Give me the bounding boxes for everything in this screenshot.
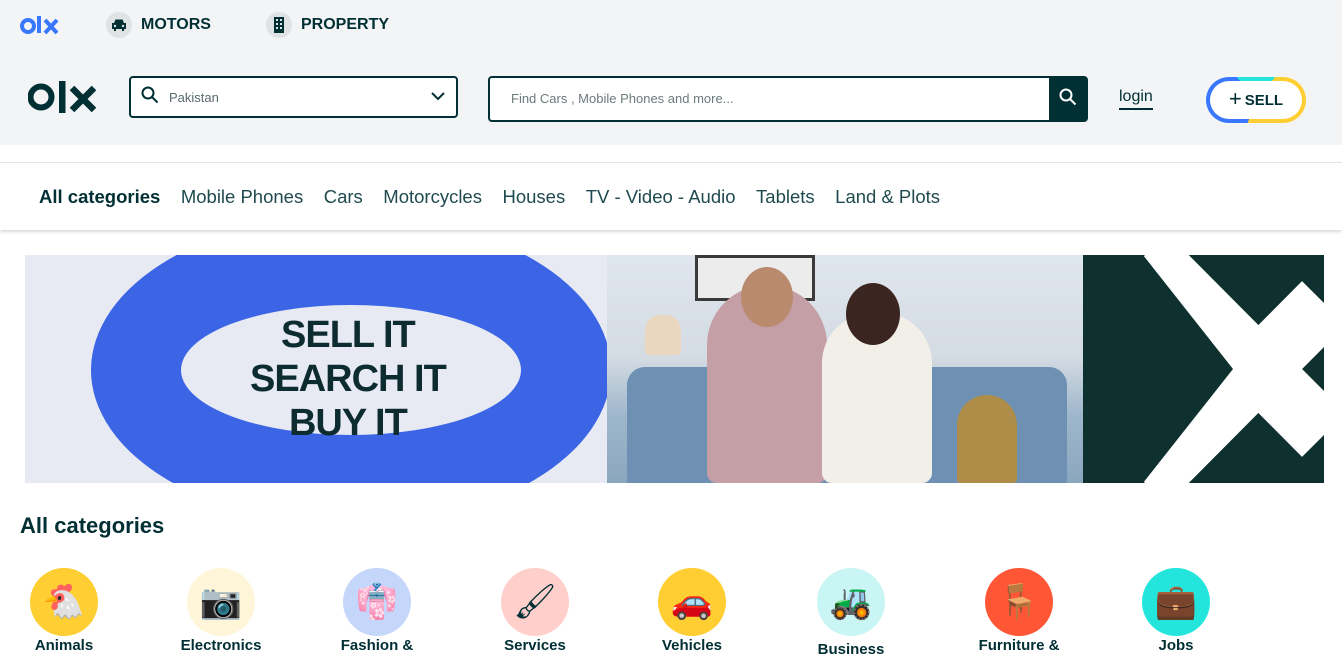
olx-x-mark [1083, 255, 1324, 483]
camera-icon: 📷 [187, 568, 255, 636]
category-label: Vehicles [661, 637, 723, 654]
banner-line: BUY IT [288, 402, 408, 444]
category-link-motorcycles[interactable]: Motorcycles [383, 186, 482, 208]
search-button[interactable] [1049, 78, 1086, 120]
banner-line: SEARCH IT [250, 358, 447, 400]
sell-button-inner: + SELL [1210, 81, 1302, 119]
category-label: Animals [34, 637, 94, 654]
category-item-business[interactable]: 🚜 Business [776, 568, 926, 658]
category-item-vehicles[interactable]: 🚗 Vehicles [617, 568, 767, 654]
briefcase-icon: 💼 [1142, 568, 1210, 636]
search-icon [141, 86, 159, 109]
search-icon [1059, 88, 1077, 111]
dress-icon: 👘 [343, 568, 411, 636]
banner-slogan: SELL IT SEARCH IT BUY IT [250, 313, 447, 445]
car-icon [106, 12, 132, 38]
chair-icon: 🪑 [985, 568, 1053, 636]
category-label: Services [504, 637, 566, 654]
property-link[interactable]: PROPERTY [266, 12, 389, 38]
category-bar: All categories Mobile Phones Cars Motorc… [0, 162, 1342, 230]
site-header: MOTORS PROPERTY Pakistan Find Cars , Mob… [0, 0, 1342, 145]
chicken-icon: 🐔 [30, 568, 98, 636]
category-link-tv-video-audio[interactable]: TV - Video - Audio [586, 186, 736, 208]
category-label: Furniture & [978, 637, 1060, 654]
promo-banner[interactable]: SELL IT SEARCH IT BUY IT [25, 255, 1324, 483]
category-item-electronics[interactable]: 📷 Electronics [146, 568, 296, 654]
category-label: Business [817, 641, 885, 658]
category-label: Fashion & [340, 637, 414, 654]
location-selector[interactable]: Pakistan [129, 76, 458, 118]
motors-link[interactable]: MOTORS [106, 12, 211, 38]
category-item-animals[interactable]: 🐔 Animals [0, 568, 139, 654]
category-link-tablets[interactable]: Tablets [756, 186, 815, 208]
olx-logo[interactable] [27, 79, 98, 120]
statue [957, 395, 1017, 483]
category-list: All categories Mobile Phones Cars Motorc… [39, 186, 961, 208]
location-value: Pakistan [169, 89, 219, 105]
paint-roller-icon: 🖌 [501, 568, 569, 636]
banner-line: SELL IT [281, 314, 416, 356]
banner-text-panel: SELL IT SEARCH IT BUY IT [25, 255, 607, 483]
tractor-icon: 🚜 [817, 568, 885, 636]
person-man [707, 267, 827, 483]
login-link[interactable]: login [1119, 88, 1153, 110]
plus-icon: + [1228, 85, 1242, 111]
category-link-land-plots[interactable]: Land & Plots [835, 186, 940, 208]
category-item-furniture[interactable]: 🪑 Furniture & [944, 568, 1094, 654]
category-item-services[interactable]: 🖌 Services [460, 568, 610, 654]
category-link-houses[interactable]: Houses [502, 186, 565, 208]
search-input[interactable]: Find Cars , Mobile Phones and more... [490, 78, 1049, 120]
top-nav: MOTORS PROPERTY [0, 0, 1342, 50]
category-label: Jobs [1158, 637, 1194, 654]
banner-photo [607, 255, 1083, 483]
category-link-all[interactable]: All categories [39, 186, 160, 208]
category-grid: 🐔 Animals 📷 Electronics 👘 Fashion & 🖌 Se… [0, 568, 1342, 658]
person-woman [822, 283, 932, 483]
category-link-cars[interactable]: Cars [324, 186, 363, 208]
motors-label: MOTORS [141, 16, 211, 33]
sell-button[interactable]: + SELL [1206, 77, 1306, 123]
car-icon: 🚗 [658, 568, 726, 636]
building-icon [266, 12, 292, 38]
category-item-fashion[interactable]: 👘 Fashion & [302, 568, 452, 654]
search-bar: Find Cars , Mobile Phones and more... [488, 76, 1088, 122]
category-item-jobs[interactable]: 💼 Jobs [1101, 568, 1251, 654]
category-label: Electronics [180, 637, 262, 654]
olx-logo-small[interactable] [20, 14, 60, 41]
all-categories-title: All categories [20, 513, 165, 538]
chevron-down-icon[interactable] [430, 88, 446, 106]
category-link-mobile-phones[interactable]: Mobile Phones [181, 186, 303, 208]
sell-label: SELL [1244, 91, 1284, 109]
property-label: PROPERTY [301, 16, 390, 33]
lamp [645, 315, 681, 355]
